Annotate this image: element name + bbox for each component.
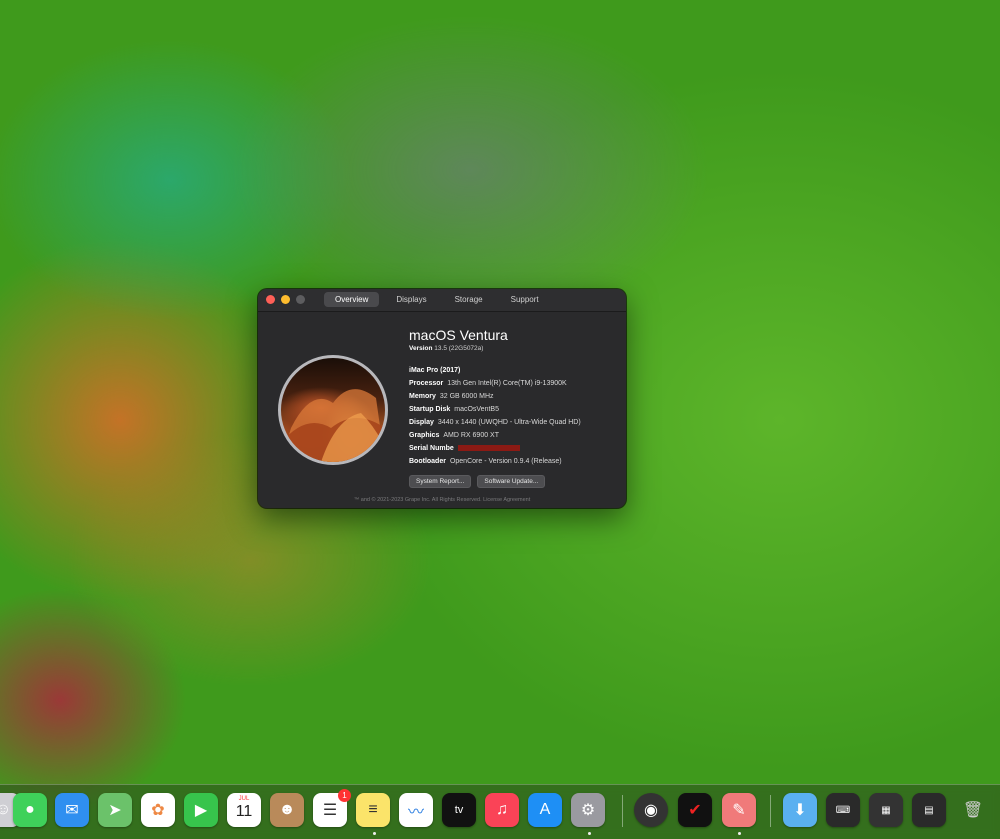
tab-support[interactable]: Support <box>500 292 550 307</box>
os-name: macOS Ventura <box>409 327 508 343</box>
system-settings-icon[interactable]: ⚙ <box>571 793 605 827</box>
tab-storage[interactable]: Storage <box>444 292 494 307</box>
window-titlebar[interactable]: Overview Displays Storage Support <box>258 289 626 312</box>
spec-processor: Processor 13th Gen Intel(R) Core(TM) i9-1… <box>409 380 567 387</box>
spec-display: Display 3440 x 1440 (UWQHD - Ultra-Wide Q… <box>409 419 581 426</box>
downloads-folder-icon[interactable]: ⬇ <box>783 793 817 827</box>
mac-model: iMac Pro (2017) <box>409 367 461 374</box>
spec-memory: Memory 32 GB 6000 MHz <box>409 393 494 400</box>
spec-serial-number: Serial Numbe <box>409 445 624 452</box>
spec-bootloader: Bootloader OpenCore - Version 0.9.4 (Rele… <box>409 458 562 465</box>
music-icon[interactable]: ♫ <box>485 793 519 827</box>
minimize-button[interactable] <box>281 295 290 304</box>
keyboard-icon[interactable]: ⌨ <box>826 793 860 827</box>
calendar-icon[interactable]: JUL 11 <box>227 793 261 827</box>
running-indicator <box>373 832 376 835</box>
app-os-icon[interactable]: ✎ <box>722 793 756 827</box>
reminders-icon[interactable]: ☰ 1 <box>313 789 351 827</box>
window-thumbnail-icon[interactable]: ▦ <box>869 793 903 827</box>
zoom-button[interactable] <box>296 295 305 304</box>
dock: ☺ ● ✉ ➤ ✿ ▶ JUL 11 ☻ ☰ 1 ≡ 〰 tv ♫ A ⚙ ◉ … <box>0 784 1000 839</box>
app-store-icon[interactable]: A <box>528 793 562 827</box>
close-button[interactable] <box>266 295 275 304</box>
dock-separator <box>622 795 623 827</box>
tab-overview[interactable]: Overview <box>324 292 380 307</box>
mail-icon[interactable]: ✉ <box>55 793 89 827</box>
photos-icon[interactable]: ✿ <box>141 793 175 827</box>
tab-displays[interactable]: Displays <box>385 292 437 307</box>
apple-tv-icon[interactable]: tv <box>442 793 476 827</box>
trash-icon[interactable]: 🗑 <box>956 793 990 827</box>
software-update-button[interactable]: Software Update... <box>477 475 546 488</box>
facetime-icon[interactable]: ▶ <box>184 793 218 827</box>
version-label: Version <box>409 345 433 352</box>
app-circle-icon[interactable]: ◉ <box>634 793 668 827</box>
spec-graphics: Graphics AMD RX 6900 XT <box>409 432 499 439</box>
spec-startup-disk: Startup Disk macOsVentB5 <box>409 406 499 413</box>
dock-separator <box>770 795 771 827</box>
version-value: 13.5 (22G5072a) <box>434 345 484 352</box>
about-this-mac-window: Overview Displays Storage Support macOS … <box>258 289 626 508</box>
contacts-icon[interactable]: ☻ <box>270 793 304 827</box>
maps-icon[interactable]: ➤ <box>98 793 132 827</box>
running-indicator <box>738 832 741 835</box>
freeform-icon[interactable]: 〰 <box>399 793 433 827</box>
messages-icon[interactable]: ● <box>13 793 47 827</box>
reminders-badge: 1 <box>338 789 351 802</box>
window-thumbnail-icon[interactable]: ▤ <box>912 793 946 827</box>
running-indicator <box>588 832 591 835</box>
macos-ventura-logo <box>278 355 388 465</box>
copyright-footer: ™ and © 2021-2023 Grape Inc. All Rights … <box>353 497 531 503</box>
system-report-button[interactable]: System Report... <box>409 475 472 488</box>
app-check-icon[interactable]: ✔ <box>678 793 712 827</box>
serial-redaction <box>457 445 520 452</box>
notes-icon[interactable]: ≡ <box>356 793 390 827</box>
os-version: Version 13.5 (22G5072a) <box>409 345 624 352</box>
